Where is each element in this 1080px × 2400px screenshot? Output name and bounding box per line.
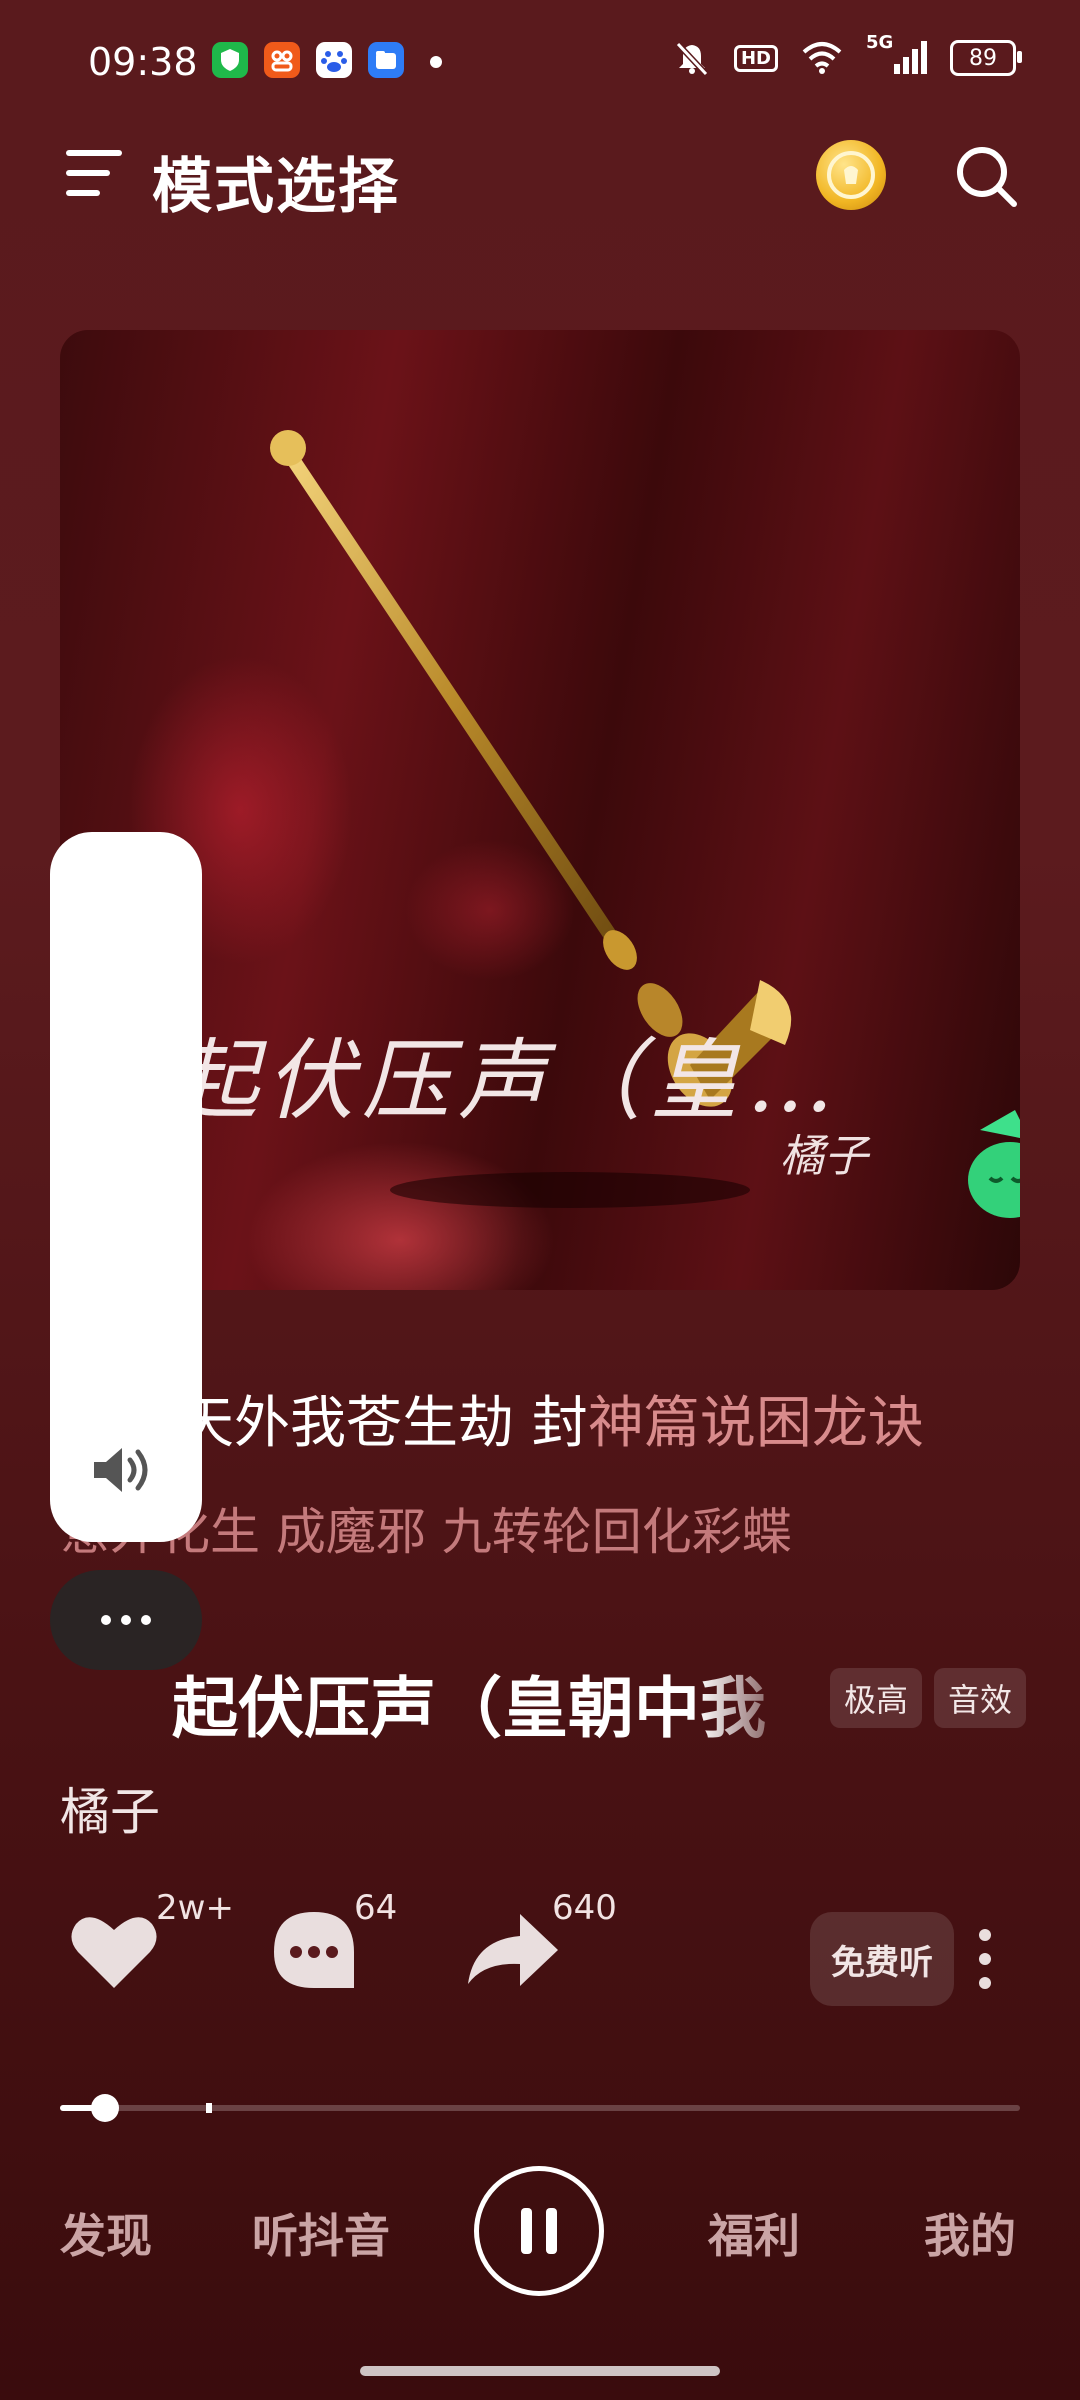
golden-scepter-image	[270, 430, 792, 1208]
status-bar: 09:38 HD 5G 89	[0, 0, 1080, 120]
menu-icon[interactable]	[66, 148, 122, 198]
nav-discover[interactable]: 发现	[60, 2200, 152, 2266]
page-title[interactable]: 模式选择	[152, 138, 400, 225]
album-art[interactable]: 起伏压声（皇… 橘子	[60, 330, 1020, 1290]
files-app-icon	[368, 42, 404, 78]
lyric-sung-part: 天外我苍生劫 封	[178, 1391, 588, 1456]
share-count: 640	[552, 1888, 617, 1928]
pause-button[interactable]	[474, 2166, 604, 2296]
notification-dot	[430, 56, 442, 68]
album-art-title-text: 起伏压声（皇…	[170, 1029, 843, 1132]
lyric-unsung-part: 神篇说困龙诀	[587, 1391, 924, 1456]
kebab-menu-icon[interactable]	[978, 1928, 992, 1990]
volume-slider[interactable]	[50, 832, 202, 1542]
battery-indicator: 89	[950, 40, 1022, 76]
comment-icon[interactable]	[264, 1900, 364, 2000]
home-indicator[interactable]	[360, 2366, 720, 2376]
progress-thumb[interactable]	[91, 2094, 120, 2122]
sound-effect-tag[interactable]: 音效	[934, 1668, 1027, 1728]
social-app-icon	[264, 42, 300, 78]
artist-name[interactable]: 橘子	[60, 1772, 160, 1844]
status-time: 09:38	[88, 40, 198, 84]
coin-reward-icon[interactable]	[816, 140, 886, 210]
cellular-signal-icon: 5G	[866, 32, 928, 78]
status-indicators: HD 5G 89	[672, 32, 1022, 78]
nav-listen-douyin[interactable]: 听抖音	[252, 2200, 390, 2266]
baidu-app-icon	[316, 42, 352, 78]
like-count: 2w+	[156, 1888, 234, 1928]
mascot-icon[interactable]	[960, 1100, 1020, 1220]
lyric-current-line[interactable]: 天外我苍生劫 封神篇说困龙诀	[178, 1378, 924, 1459]
nav-welfare[interactable]: 福利	[708, 2200, 800, 2266]
song-title[interactable]: 起伏压声（皇朝中我	[172, 1655, 812, 1751]
hd-badge: HD	[733, 44, 778, 72]
volume-icon[interactable]	[90, 1440, 160, 1500]
comment-count: 64	[354, 1888, 398, 1928]
wifi-icon	[802, 42, 842, 74]
shield-app-icon	[212, 42, 248, 78]
free-listen-button[interactable]: 免费听	[810, 1912, 954, 2006]
progress-buffer-marker	[205, 2103, 212, 2113]
battery-level: 89	[969, 45, 997, 71]
pause-icon	[521, 2208, 532, 2254]
album-art-artist-text: 橘子	[780, 1131, 868, 1182]
quality-tag[interactable]: 极高	[830, 1668, 923, 1728]
like-heart-icon[interactable]	[64, 1900, 164, 2000]
nav-mine[interactable]: 我的	[924, 2200, 1016, 2266]
progress-track[interactable]	[60, 2105, 1020, 2111]
share-icon[interactable]	[462, 1900, 562, 2000]
mute-bell-icon	[675, 41, 709, 77]
search-icon[interactable]	[950, 140, 1022, 212]
